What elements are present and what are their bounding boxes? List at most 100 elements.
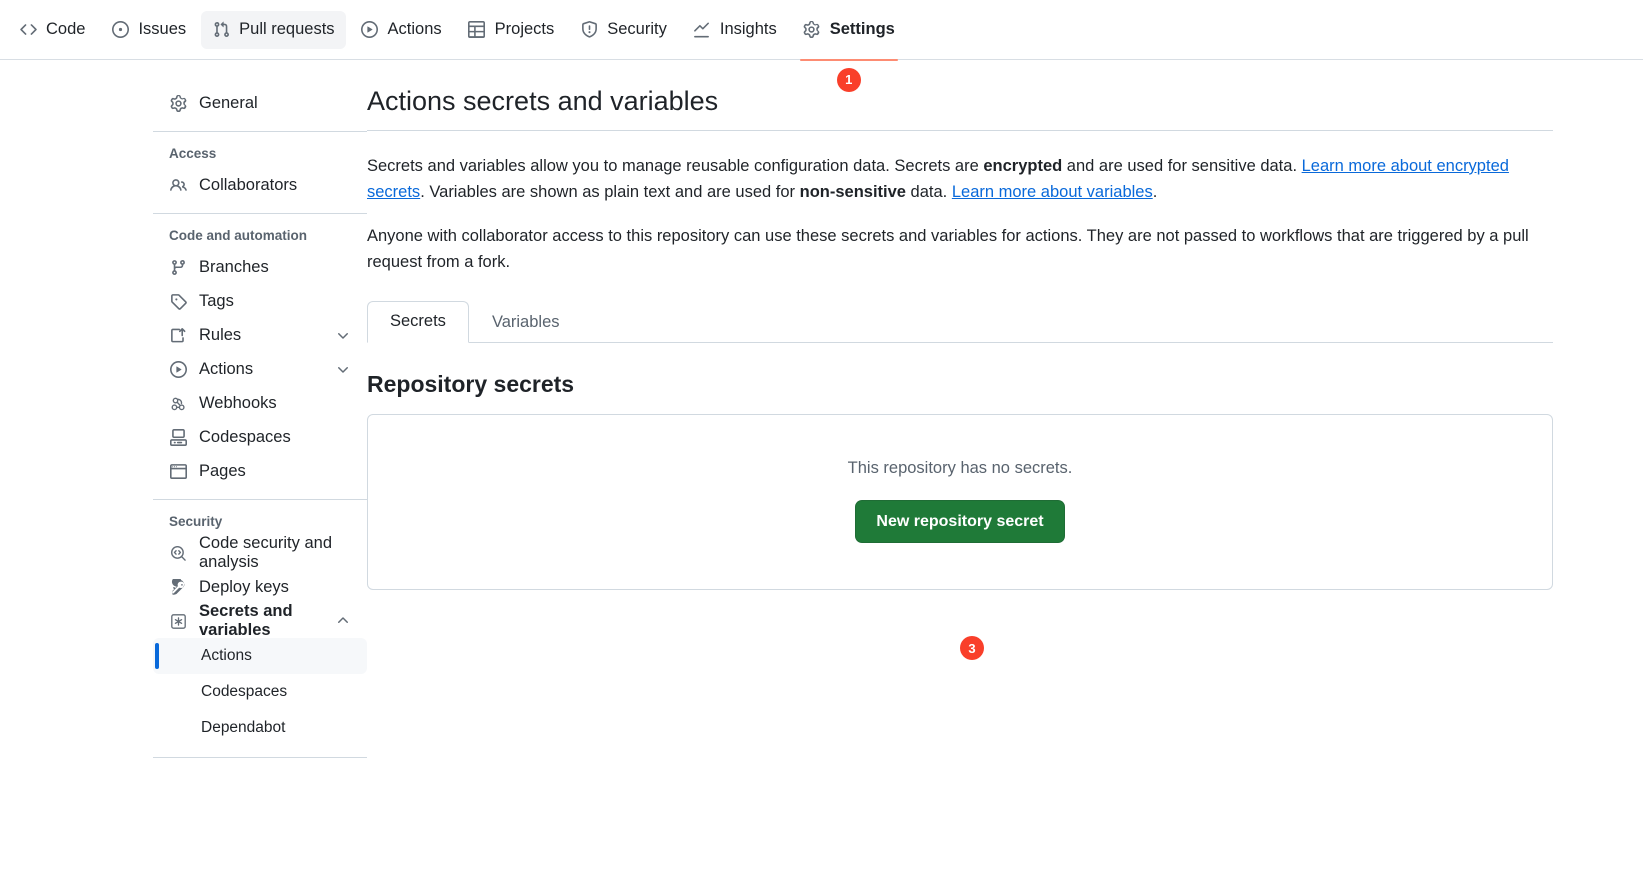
key-icon xyxy=(169,578,187,596)
nav-item-label: Projects xyxy=(494,20,555,38)
sidebar-item-label: Actions xyxy=(199,359,254,378)
title-divider xyxy=(367,130,1553,131)
repository-secrets-empty-state: This repository has no secrets. New repo… xyxy=(367,414,1553,591)
nav-item-insights[interactable]: Insights xyxy=(682,11,788,49)
nav-item-security[interactable]: Security xyxy=(569,11,678,49)
play-icon xyxy=(361,21,379,39)
asterisk-icon xyxy=(169,612,187,630)
desc-text-1: Secrets and variables allow you to manag… xyxy=(367,157,984,175)
tab-variables[interactable]: Variables xyxy=(469,302,583,343)
browser-icon xyxy=(169,462,187,480)
sidebar-item-label: Webhooks xyxy=(199,393,277,412)
sidebar-item-tags[interactable]: Tags xyxy=(153,284,367,318)
settings-sidebar: General Access Collaborators Code and au… xyxy=(0,86,367,894)
nav-item-projects[interactable]: Projects xyxy=(457,11,566,49)
git-pull-request-icon xyxy=(212,21,230,39)
tab-secrets[interactable]: Secrets xyxy=(367,301,469,343)
webhook-icon xyxy=(169,394,187,412)
sidebar-item-code-security-and-analysis[interactable]: Code security and analysis xyxy=(153,534,367,571)
sidebar-item-webhooks[interactable]: Webhooks xyxy=(153,386,367,420)
sidebar-item-deploy-keys[interactable]: Deploy keys xyxy=(153,570,367,604)
sidebar-item-general[interactable]: General xyxy=(153,86,367,120)
sidebar-divider xyxy=(153,499,367,500)
table-icon xyxy=(468,21,486,39)
new-secret-step-badge: 3 xyxy=(960,636,984,660)
page-body: General Access Collaborators Code and au… xyxy=(0,60,1643,894)
nav-item-label: Insights xyxy=(719,20,777,38)
desc-text-2: and are used for sensitive data. xyxy=(1062,157,1302,175)
sidebar-subitem-label: Actions xyxy=(201,647,252,664)
sidebar-item-label: Branches xyxy=(199,257,269,276)
chevron-down-icon[interactable] xyxy=(335,361,351,377)
settings-step-badge: 1 xyxy=(836,67,861,92)
nav-item-label: Pull requests xyxy=(239,20,335,38)
sidebar-item-label: Rules xyxy=(199,325,242,344)
empty-state-message: This repository has no secrets. xyxy=(847,459,1073,477)
nav-item-pull-requests[interactable]: Pull requests xyxy=(201,10,346,49)
description-paragraph-1: Secrets and variables allow you to manag… xyxy=(367,153,1553,205)
desc-text-4: data. xyxy=(905,183,952,201)
sidebar-divider xyxy=(153,131,367,132)
sidebar-section-heading-code-and-automation: Code and automation xyxy=(169,228,307,243)
sidebar-item-actions[interactable]: Actions xyxy=(153,352,367,386)
sidebar-subitem-label: Dependabot xyxy=(201,719,286,736)
people-icon xyxy=(169,176,187,194)
sidebar-item-pages[interactable]: Pages xyxy=(153,454,367,488)
sidebar-item-collaborators[interactable]: Collaborators xyxy=(153,168,367,202)
play-icon xyxy=(169,360,187,378)
chevron-up-icon[interactable] xyxy=(335,613,351,629)
sidebar-subitem-dependabot[interactable]: Dependabot xyxy=(153,710,367,746)
nav-item-label: Settings xyxy=(829,20,895,38)
nav-item-label: Issues xyxy=(138,20,187,38)
nav-item-label: Code xyxy=(46,20,86,38)
sidebar-item-label: Secrets and variables xyxy=(199,602,293,639)
section-title-repository-secrets: Repository secrets xyxy=(367,371,575,397)
code-icon xyxy=(19,21,37,39)
sidebar-divider xyxy=(153,213,367,214)
git-branch-icon xyxy=(169,258,187,276)
desc-text-3: . Variables are shown as plain text and … xyxy=(420,183,800,201)
learn-more-variables-link[interactable]: Learn more about variables xyxy=(952,183,1153,201)
graph-icon xyxy=(693,21,711,39)
shield-icon xyxy=(580,21,598,39)
page-title: Actions secrets and variables xyxy=(367,86,719,116)
sidebar-item-label: Code security and analysis xyxy=(199,534,332,571)
nav-item-issues[interactable]: Issues xyxy=(100,11,197,49)
sidebar-item-label: Deploy keys xyxy=(199,577,289,596)
description-paragraph-2: Anyone with collaborator access to this … xyxy=(367,227,1529,271)
sidebar-item-label: Pages xyxy=(199,461,246,480)
nav-item-settings[interactable]: Settings 1 xyxy=(792,11,906,92)
sidebar-item-label: General xyxy=(199,93,258,112)
sidebar-subitem-label: Codespaces xyxy=(201,683,288,700)
desc-bold-non-sensitive: non-sensitive xyxy=(799,183,906,201)
rules-icon xyxy=(169,326,187,344)
nav-item-code[interactable]: Code xyxy=(8,11,96,49)
nav-item-actions[interactable]: Actions xyxy=(350,11,453,49)
chevron-down-icon[interactable] xyxy=(335,327,351,343)
sidebar-item-label: Codespaces xyxy=(199,427,291,446)
tag-icon xyxy=(169,292,187,310)
sidebar-item-codespaces[interactable]: Codespaces xyxy=(153,420,367,454)
desc-text-5: . xyxy=(1152,183,1158,201)
sidebar-section-heading-access: Access xyxy=(169,146,217,161)
sidebar-item-label: Tags xyxy=(199,291,234,310)
codescan-icon xyxy=(169,544,187,562)
gear-icon xyxy=(169,94,187,112)
sidebar-subitem-actions[interactable]: Actions 2 xyxy=(153,638,367,674)
desc-bold-encrypted: encrypted xyxy=(983,157,1063,175)
repo-nav: Code Issues Pull requests Actions Projec… xyxy=(0,0,1643,92)
codespaces-icon xyxy=(169,428,187,446)
sidebar-subitem-codespaces[interactable]: Codespaces xyxy=(153,674,367,710)
sidebar-divider xyxy=(153,757,367,758)
main-content: Actions secrets and variables Secrets an… xyxy=(367,86,1643,894)
nav-item-label: Actions xyxy=(387,20,442,38)
secrets-variables-tabs: Secrets Variables xyxy=(367,301,1553,343)
issue-opened-icon xyxy=(111,21,129,39)
new-repository-secret-button[interactable]: New repository secret xyxy=(855,500,1065,544)
gear-icon xyxy=(803,21,821,39)
sidebar-item-secrets-and-variables[interactable]: Secrets and variables xyxy=(153,602,367,639)
sidebar-item-branches[interactable]: Branches xyxy=(153,250,367,284)
sidebar-section-heading-security: Security xyxy=(169,514,223,529)
sidebar-item-rules[interactable]: Rules xyxy=(153,318,367,352)
sidebar-item-label: Collaborators xyxy=(199,175,298,194)
